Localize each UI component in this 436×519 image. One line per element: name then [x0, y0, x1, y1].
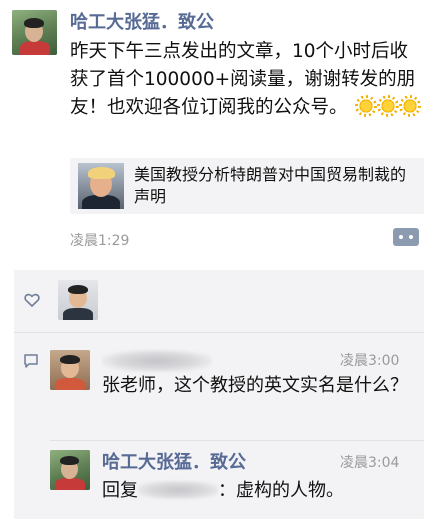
reply-text[interactable]: 回复 ：虚构的人物。	[102, 478, 414, 504]
comment-section: 凌晨3:00 张老师，这个教授的英文实名是什么？ 哈工大张猛．致公 凌晨3:04…	[14, 270, 424, 519]
likes-row	[14, 270, 424, 333]
reply-author-avatar[interactable]	[50, 450, 90, 490]
reply-prefix: 回复	[102, 480, 138, 501]
dot-icon	[399, 235, 403, 239]
sun-icon	[379, 97, 398, 115]
comment-divider	[50, 440, 424, 441]
comment-text[interactable]: 张老师，这个教授的英文实名是什么？	[102, 373, 414, 399]
sun-icon	[401, 97, 420, 115]
blurred-reply-target	[138, 481, 218, 499]
author-name[interactable]: 哈工大张猛．致公	[70, 8, 214, 34]
reply-timestamp: 凌晨3:04	[340, 455, 400, 471]
author-avatar[interactable]	[12, 10, 57, 55]
reply-author-name[interactable]: 哈工大张猛．致公	[102, 448, 246, 474]
liker-avatar[interactable]	[58, 280, 98, 320]
post-text: 昨天下午三点发出的文章，10个小时后收获了首个100000+阅读量，谢谢转发的朋…	[70, 38, 426, 122]
article-title: 美国教授分析特朗普对中国贸易制裁的声明	[134, 165, 407, 206]
comment-timestamp: 凌晨3:00	[340, 353, 400, 369]
post-timestamp: 凌晨1:29	[70, 233, 130, 249]
moment-post: 哈工大张猛．致公 昨天下午三点发出的文章，10个小时后收获了首个100000+阅…	[0, 0, 436, 262]
shared-article-card[interactable]: 美国教授分析特朗普对中国贸易制裁的声明	[70, 158, 424, 214]
blurred-commenter-name	[102, 350, 212, 372]
more-actions-button[interactable]	[393, 228, 419, 246]
heart-icon	[24, 293, 40, 307]
reply-body: ：虚构的人物。	[218, 480, 344, 501]
article-thumbnail	[78, 163, 124, 209]
sun-icon	[357, 97, 376, 115]
commenter-avatar[interactable]	[50, 350, 90, 390]
dot-icon	[409, 235, 413, 239]
comment-icon	[24, 354, 38, 368]
